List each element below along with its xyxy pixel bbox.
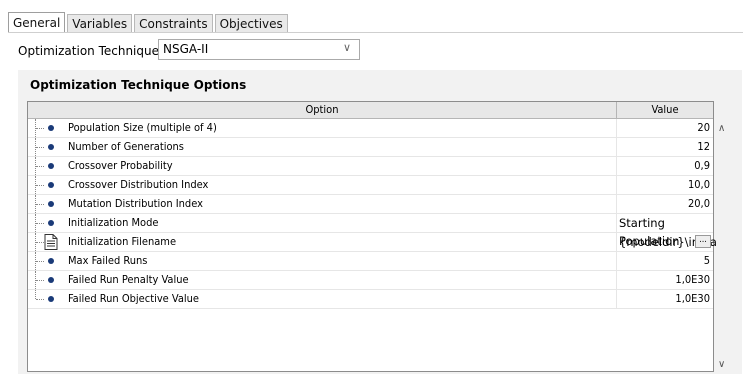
bullet-icon: [48, 277, 54, 283]
value-text: 20: [697, 121, 710, 134]
table-row[interactable]: Failed Run Objective Value 1,0E30: [28, 290, 713, 309]
tab-bar: General Variables Constraints Objectives: [8, 12, 290, 32]
option-name: Crossover Distribution Index: [68, 178, 209, 191]
option-name: Initialization Mode: [68, 216, 159, 229]
option-name: Mutation Distribution Index: [68, 197, 203, 210]
tree-connector: [35, 214, 44, 232]
value-cell[interactable]: 10,0: [616, 176, 713, 194]
bullet-icon: [48, 163, 54, 169]
bullet-icon: [48, 258, 54, 264]
value-text: 1,0E30: [675, 292, 710, 305]
option-name: Failed Run Penalty Value: [68, 273, 189, 286]
value-cell[interactable]: Starting Population: [616, 214, 713, 248]
chevron-down-icon: ∨: [342, 41, 351, 54]
header-option[interactable]: Option: [28, 102, 617, 118]
option-name: Population Size (multiple of 4): [68, 121, 217, 134]
technique-select[interactable]: NSGA-II ∨: [158, 39, 360, 60]
browse-button[interactable]: ...: [695, 235, 711, 248]
tree-connector: [35, 271, 44, 289]
value-text: 1,0E30: [675, 273, 710, 286]
scroll-down-icon[interactable]: ∨: [718, 359, 725, 370]
tab-general[interactable]: General: [8, 12, 66, 32]
bullet-icon: [48, 125, 54, 131]
tree-connector: [35, 252, 44, 270]
value-cell[interactable]: 1,0E30: [616, 271, 713, 289]
table-header: Option Value: [28, 102, 713, 119]
table-row[interactable]: Number of Generations 12: [28, 138, 713, 157]
tree-connector: [35, 233, 44, 251]
value-cell[interactable]: 20,0: [616, 195, 713, 213]
value-text: 5: [703, 254, 710, 267]
tab-objectives[interactable]: Objectives: [214, 14, 288, 32]
vertical-scrollbar[interactable]: ∧ ∨: [716, 101, 730, 372]
value-cell[interactable]: {modeldir}\initial ...: [616, 233, 720, 251]
value-cell[interactable]: 12: [616, 138, 713, 156]
value-cell[interactable]: 5: [616, 252, 713, 270]
header-value[interactable]: Value: [617, 102, 713, 118]
scroll-up-icon[interactable]: ∧: [718, 123, 725, 134]
option-name: Initialization Filename: [68, 235, 177, 248]
table-row[interactable]: Initialization Filename {modeldir}\initi…: [28, 233, 720, 252]
value-cell[interactable]: 0,9: [616, 157, 713, 175]
value-text: 10,0: [687, 178, 710, 191]
table-row[interactable]: Failed Run Penalty Value 1,0E30: [28, 271, 713, 290]
table-body: Population Size (multiple of 4) 20 Numbe…: [28, 119, 720, 309]
value-text: 0,9: [694, 159, 710, 172]
tree-connector: [35, 157, 44, 175]
options-table: Option Value Population Size (multiple o…: [27, 101, 720, 372]
table-row[interactable]: Mutation Distribution Index 20,0: [28, 195, 713, 214]
bullet-icon: [48, 296, 54, 302]
option-name: Max Failed Runs: [68, 254, 148, 267]
bullet-icon: [48, 182, 54, 188]
bullet-icon: [48, 144, 54, 150]
option-name: Failed Run Objective Value: [68, 292, 199, 305]
value-text: 12: [697, 140, 710, 153]
technique-label: Optimization Technique:: [18, 44, 164, 58]
tree-connector: [35, 195, 44, 213]
option-name: Crossover Probability: [68, 159, 173, 172]
table-row[interactable]: Population Size (multiple of 4) 20: [28, 119, 713, 138]
tab-constraints[interactable]: Constraints: [134, 14, 213, 32]
tree-connector: [35, 138, 44, 156]
tree-connector: [35, 290, 44, 300]
tree-connector: [35, 176, 44, 194]
document-icon: [44, 234, 58, 250]
technique-value: NSGA-II: [163, 42, 209, 56]
panel-title: Optimization Technique Options: [30, 78, 247, 92]
bullet-icon: [48, 220, 54, 226]
bullet-icon: [48, 201, 54, 207]
tab-variables[interactable]: Variables: [67, 14, 133, 32]
tree-connector: [35, 119, 44, 137]
table-row[interactable]: Crossover Distribution Index 10,0: [28, 176, 713, 195]
tab-divider: [8, 32, 743, 33]
value-cell[interactable]: 20: [616, 119, 713, 137]
value-cell[interactable]: 1,0E30: [616, 290, 713, 308]
table-row[interactable]: Max Failed Runs 5: [28, 252, 713, 271]
option-name: Number of Generations: [68, 140, 184, 153]
table-row[interactable]: Crossover Probability 0,9: [28, 157, 713, 176]
table-row[interactable]: Initialization Mode Starting Population: [28, 214, 713, 248]
value-text: 20,0: [687, 197, 710, 210]
options-panel: Optimization Technique Options Option Va…: [18, 70, 742, 374]
